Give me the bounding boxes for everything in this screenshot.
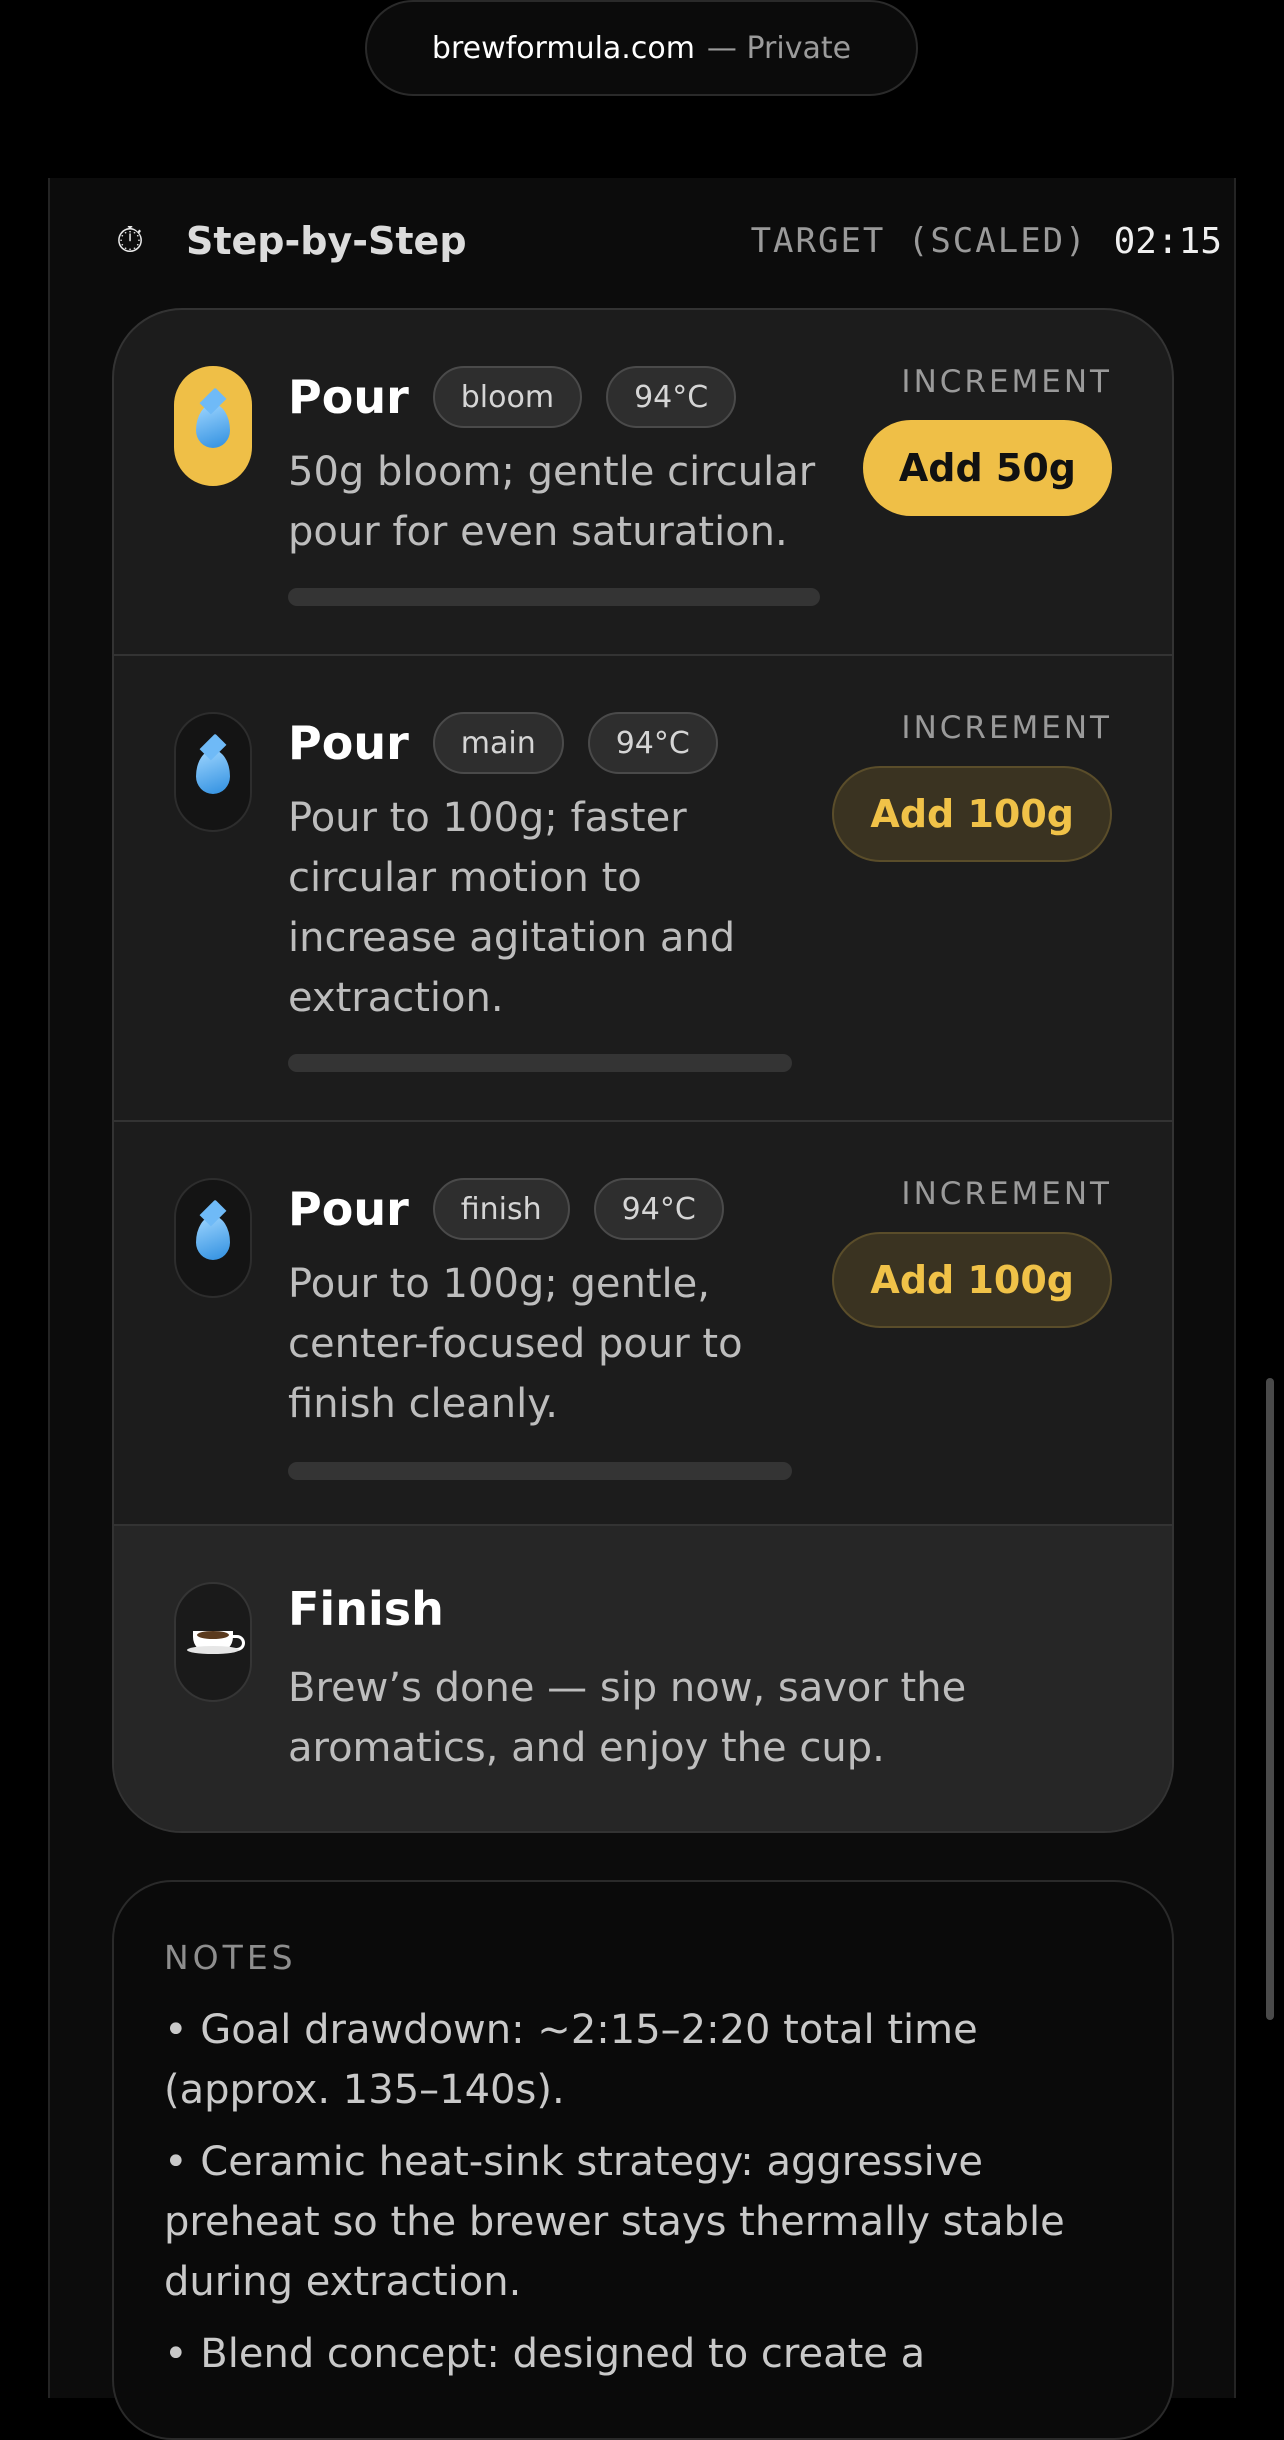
section-title: Step-by-Step: [186, 219, 467, 263]
step-finish: Finish Brew’s done — sip now, savor the …: [114, 1526, 1172, 1831]
notes-card: NOTES • Goal drawdown: ~2:15–2:20 total …: [112, 1880, 1174, 2440]
steps-card: Pour bloom 94°C 50g bloom; gentle circul…: [112, 308, 1174, 1833]
step-tag: bloom: [432, 366, 583, 428]
step-description: Pour to 100g; gentle, center-focused pou…: [288, 1261, 743, 1427]
scrollbar[interactable]: [1266, 1378, 1274, 2020]
coffee-cup-icon: [174, 1582, 252, 1702]
increment-label: INCREMENT: [901, 1176, 1112, 1212]
list-item: • Blend concept: designed to create a: [164, 2331, 926, 2377]
droplet-icon: [174, 1178, 252, 1298]
brew-panel: ⏱ Step-by-Step TARGET (SCALED) 02:15 Pou…: [48, 178, 1236, 2440]
step-pour-main: Pour main 94°C Pour to 100g; faster circ…: [114, 656, 1172, 1122]
browsing-mode: — Private: [706, 30, 852, 66]
step-temp: 94°C: [593, 1178, 724, 1240]
notes-label: NOTES: [164, 1938, 297, 1977]
droplet-icon: [174, 712, 252, 832]
notes-list: • Goal drawdown: ~2:15–2:20 total time (…: [164, 2000, 1124, 2396]
step-name: Finish: [288, 1582, 444, 1636]
target-label: TARGET (SCALED): [750, 221, 1088, 261]
step-progress-bar: [288, 1462, 792, 1480]
step-description: 50g bloom; gentle circular pour for even…: [288, 449, 816, 555]
list-item: • Goal drawdown: ~2:15–2:20 total time (…: [164, 2007, 978, 2113]
add-100g-button[interactable]: Add 100g: [832, 766, 1112, 862]
increment-label: INCREMENT: [901, 364, 1112, 400]
step-temp: 94°C: [606, 366, 737, 428]
add-50g-button[interactable]: Add 50g: [862, 420, 1112, 516]
target-time: 02:15: [1113, 220, 1222, 262]
add-100g-button[interactable]: Add 100g: [832, 1232, 1112, 1328]
increment-label: INCREMENT: [901, 710, 1112, 746]
step-tag: finish: [432, 1178, 570, 1240]
step-pour-bloom: Pour bloom 94°C 50g bloom; gentle circul…: [114, 310, 1172, 656]
step-description: Brew’s done — sip now, savor the aromati…: [288, 1665, 967, 1771]
step-progress-bar: [288, 1054, 792, 1072]
step-description: Pour to 100g; faster circular motion to …: [288, 795, 736, 1021]
step-pour-finish: Pour finish 94°C Pour to 100g; gentle, c…: [114, 1122, 1172, 1526]
url-bar[interactable]: brewformula.com — Private: [365, 0, 918, 96]
step-by-step-header: ⏱ Step-by-Step TARGET (SCALED) 02:15: [116, 206, 1222, 276]
droplet-icon: [174, 366, 252, 486]
step-tag: main: [432, 712, 564, 774]
url-domain: brewformula.com: [431, 30, 695, 66]
step-progress-bar: [288, 588, 820, 606]
step-name: Pour: [288, 1182, 409, 1236]
list-item: • Ceramic heat-sink strategy: aggressive…: [164, 2139, 1065, 2305]
step-name: Pour: [288, 370, 409, 424]
step-temp: 94°C: [587, 712, 718, 774]
step-name: Pour: [288, 716, 409, 770]
stopwatch-icon: ⏱: [116, 220, 145, 261]
